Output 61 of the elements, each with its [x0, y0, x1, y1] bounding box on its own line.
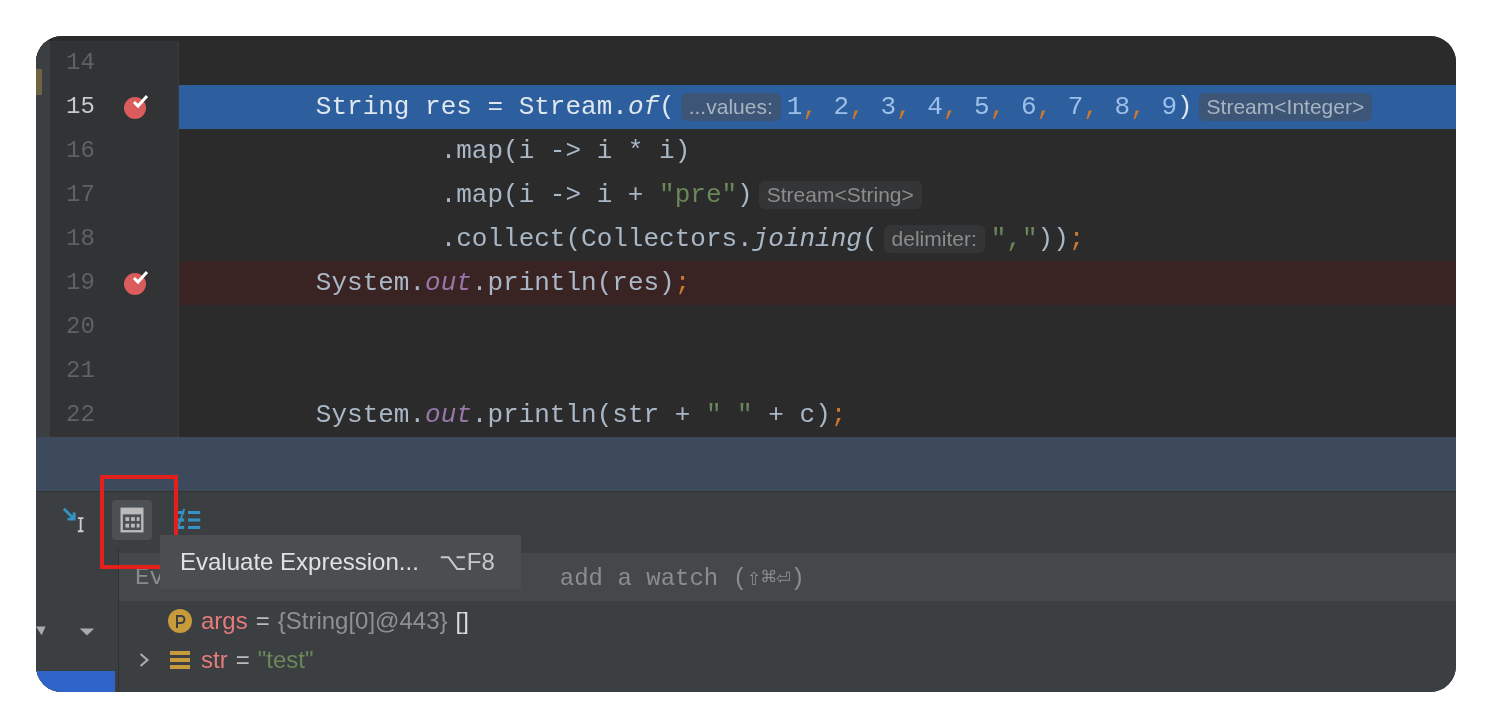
code-text: .collect(Collectors.: [439, 224, 753, 254]
code-text: ,: [942, 92, 960, 122]
code-text: .map(i -> i * i): [439, 136, 691, 166]
change-marker: [36, 69, 42, 95]
code-text: (: [659, 92, 675, 122]
code-text: 4: [927, 92, 943, 122]
code-text: ): [737, 180, 753, 210]
code-text: "pre": [659, 180, 738, 210]
breakpoint-icon[interactable]: [122, 269, 150, 297]
code-text: ,: [802, 92, 819, 122]
code-text: out: [425, 268, 472, 298]
code-text: + c): [767, 400, 831, 430]
calculator-button[interactable]: [112, 500, 152, 540]
code-text: 2: [833, 92, 850, 122]
variable-name: str: [201, 645, 228, 674]
variable-name: args: [201, 606, 248, 635]
equals-sign: =: [235, 645, 250, 674]
inlay-hint: ...values:: [680, 93, 781, 121]
variable-value: []: [455, 606, 469, 635]
variable-value: {String[0]@443}: [277, 606, 448, 635]
code-text: ;: [830, 400, 847, 430]
expand-icon[interactable]: [138, 650, 150, 669]
code-text: (: [861, 224, 878, 254]
code-text: " ": [705, 400, 753, 430]
code-text: 6: [1020, 92, 1037, 122]
inlay-hint: delimiter:: [883, 225, 985, 253]
inlay-hint: Stream<Integer>: [1198, 93, 1373, 121]
code-text: ;: [674, 268, 691, 298]
equals-sign: =: [255, 606, 270, 635]
code-text: ",": [990, 224, 1038, 254]
breakpoint-icon[interactable]: [122, 93, 150, 121]
code-text: ,: [989, 92, 1007, 122]
code-text: 7: [1067, 92, 1084, 122]
inlay-hint: Stream<String>: [758, 181, 922, 209]
parameter-icon: [167, 607, 193, 634]
code-text: 1: [786, 92, 803, 122]
code-text: ,: [849, 92, 866, 122]
code-text: System.: [314, 400, 426, 430]
code-text: 3: [880, 92, 896, 122]
placeholder-text: add a watch (⇧⌘⏎): [559, 563, 805, 592]
code-text: of: [627, 92, 660, 122]
code-text: ,: [1036, 92, 1054, 122]
line-number: 15: [65, 92, 96, 122]
code-text: out: [425, 400, 472, 430]
code-text: String res = Stream.: [314, 92, 628, 122]
code-text: System.: [314, 268, 426, 298]
code-text: joining: [752, 224, 862, 254]
code-text: .map(i -> i +: [439, 180, 645, 210]
code-text: 5: [974, 92, 990, 122]
code-text: ): [1177, 92, 1193, 122]
selected-frame[interactable]: [36, 671, 115, 692]
variable-value: "test": [257, 645, 314, 674]
code-text: ,: [896, 92, 913, 122]
code-text: .println(str +: [471, 400, 692, 430]
code-text: ,: [1083, 92, 1100, 122]
code-text: )): [1037, 224, 1069, 254]
code-text: 9: [1161, 92, 1177, 122]
code-text: ;: [1068, 224, 1085, 254]
code-text: 8: [1114, 92, 1131, 122]
code-text: ,: [1130, 92, 1147, 122]
code-text: .println(res): [471, 268, 675, 298]
